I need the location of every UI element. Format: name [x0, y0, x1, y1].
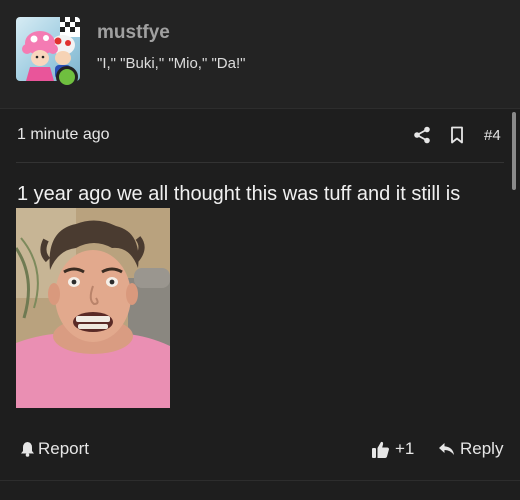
- report-label: Report: [38, 439, 90, 458]
- meta-divider: [16, 162, 504, 163]
- username-link[interactable]: mustfye: [97, 22, 170, 44]
- post-number-link[interactable]: #4: [484, 127, 501, 144]
- post: mustfye "I," "Buki," "Mio," "Da!" 1 minu…: [0, 0, 520, 500]
- bell-icon: [21, 442, 34, 457]
- share-icon[interactable]: [413, 126, 431, 144]
- scrollbar[interactable]: [512, 112, 516, 190]
- online-status-icon: [56, 66, 78, 88]
- reply-button[interactable]: Reply: [438, 438, 503, 460]
- reply-arrow-icon: [439, 443, 454, 455]
- post-header: mustfye "I," "Buki," "Mio," "Da!": [0, 0, 520, 108]
- user-title: "I," "Buki," "Mio," "Da!": [97, 55, 246, 72]
- like-count: +1: [395, 439, 415, 458]
- post-text: 1 year ago we all thought this was tuff …: [17, 183, 461, 205]
- footer-divider: [0, 480, 520, 481]
- post-image[interactable]: [16, 208, 170, 408]
- bookmark-icon[interactable]: [449, 126, 465, 144]
- like-button[interactable]: +1: [371, 438, 414, 460]
- post-timestamp[interactable]: 1 minute ago: [17, 126, 110, 144]
- avatar[interactable]: [16, 17, 80, 88]
- thumbs-up-icon: [372, 441, 389, 458]
- report-button[interactable]: Report: [20, 438, 89, 460]
- reply-label: Reply: [460, 439, 504, 458]
- header-divider: [0, 108, 520, 109]
